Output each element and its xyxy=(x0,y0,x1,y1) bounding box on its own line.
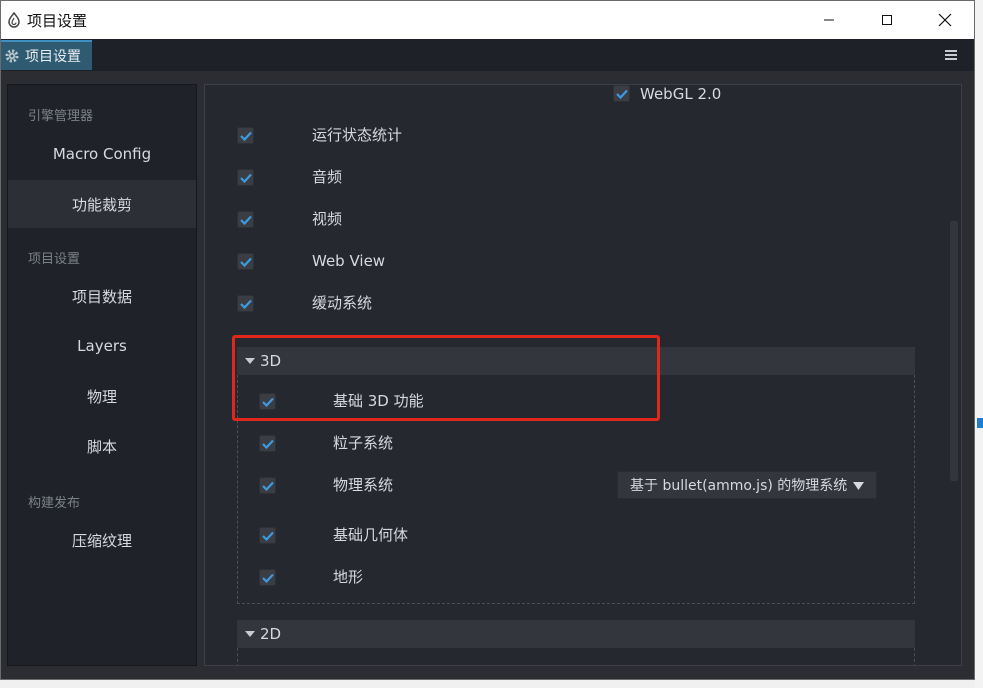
settings-sidebar: 引擎管理器 Macro Config 功能裁剪 项目设置 项目数据 Layers… xyxy=(7,84,197,666)
checkmark-icon xyxy=(261,439,274,449)
checkbox-audio[interactable] xyxy=(237,169,254,186)
checkmark-icon xyxy=(239,299,252,309)
panel-menu-button[interactable] xyxy=(942,46,960,64)
sidebar-section-engine: 引擎管理器 xyxy=(28,109,94,124)
sidebar-item-scripts[interactable]: 脚本 xyxy=(8,422,196,470)
checkmark-icon xyxy=(239,131,252,141)
label-video: 视频 xyxy=(312,210,343,228)
checkbox-webgl2[interactable] xyxy=(613,85,630,102)
checkmark-icon xyxy=(261,481,274,491)
sidebar-item-texture-compress[interactable]: 压缩纹理 xyxy=(8,516,196,564)
sidebar-section-project: 项目设置 xyxy=(28,252,81,267)
sidebar-section-build: 构建发布 xyxy=(28,496,81,511)
checkbox-physics-system[interactable] xyxy=(259,477,276,494)
minimize-button[interactable] xyxy=(800,1,858,39)
label-physics-system: 物理系统 xyxy=(333,476,394,494)
close-icon xyxy=(938,13,952,27)
tab-project-settings[interactable]: 项目设置 xyxy=(1,40,92,70)
tab-label: 项目设置 xyxy=(25,49,81,65)
sidebar-item-physics[interactable]: 物理 xyxy=(8,372,196,420)
dropdown-arrow-icon xyxy=(853,482,864,490)
checkmark-icon xyxy=(261,531,274,541)
gear-icon xyxy=(5,49,19,63)
window-controls xyxy=(800,1,974,39)
checkmark-icon xyxy=(239,257,252,267)
group-body-2d xyxy=(237,648,915,665)
checkbox-terrain[interactable] xyxy=(259,569,276,586)
minimize-icon xyxy=(824,19,834,21)
background-accent-strip xyxy=(977,418,983,428)
content-scrollbar[interactable] xyxy=(950,221,958,481)
close-button[interactable] xyxy=(916,1,974,39)
checkbox-tween[interactable] xyxy=(237,295,254,312)
sidebar-item-layers[interactable]: Layers xyxy=(8,322,196,370)
physics-engine-value: 基于 bullet(ammo.js) 的物理系统 xyxy=(630,478,848,494)
hamburger-icon xyxy=(945,50,957,60)
checkbox-video[interactable] xyxy=(237,211,254,228)
group-header-2d[interactable]: 2D xyxy=(237,620,915,648)
title-bar: 项目设置 xyxy=(1,1,974,39)
label-particle-system: 粒子系统 xyxy=(333,434,394,452)
checkbox-particle-system[interactable] xyxy=(259,435,276,452)
label-web-view: Web View xyxy=(312,252,386,270)
maximize-icon xyxy=(882,15,892,25)
label-webgl2: WebGL 2.0 xyxy=(640,85,722,103)
panel-tab-bar: 项目设置 xyxy=(1,39,974,71)
circle-drop-icon xyxy=(7,12,21,28)
checkmark-icon xyxy=(615,89,628,99)
window-title: 项目设置 xyxy=(27,11,88,30)
label-primitives: 基础几何体 xyxy=(333,526,409,544)
checkbox-web-view[interactable] xyxy=(237,253,254,270)
checkmark-icon xyxy=(239,173,252,183)
checkbox-primitives[interactable] xyxy=(259,527,276,544)
label-runtime-stats: 运行状态统计 xyxy=(312,126,403,144)
highlight-annotation xyxy=(232,335,660,421)
background-window-edge xyxy=(975,0,983,688)
physics-engine-select[interactable]: 基于 bullet(ammo.js) 的物理系统 xyxy=(617,471,877,499)
checkbox-runtime-stats[interactable] xyxy=(237,127,254,144)
checkmark-icon xyxy=(239,215,252,225)
label-audio: 音频 xyxy=(312,168,343,186)
project-settings-window: 项目设置 项目设置 引擎管理器 Macro Config 功能裁剪 项目设置 项… xyxy=(0,0,975,680)
sidebar-item-feature-crop[interactable]: 功能裁剪 xyxy=(8,180,196,228)
caret-down-icon xyxy=(243,627,257,641)
sidebar-item-project-data[interactable]: 项目数据 xyxy=(8,272,196,320)
label-tween: 缓动系统 xyxy=(312,294,373,312)
group-title-2d: 2D xyxy=(260,625,282,643)
sidebar-item-macro-config[interactable]: Macro Config xyxy=(8,130,196,178)
checkmark-icon xyxy=(261,573,274,583)
maximize-button[interactable] xyxy=(858,1,916,39)
label-terrain: 地形 xyxy=(333,568,364,586)
